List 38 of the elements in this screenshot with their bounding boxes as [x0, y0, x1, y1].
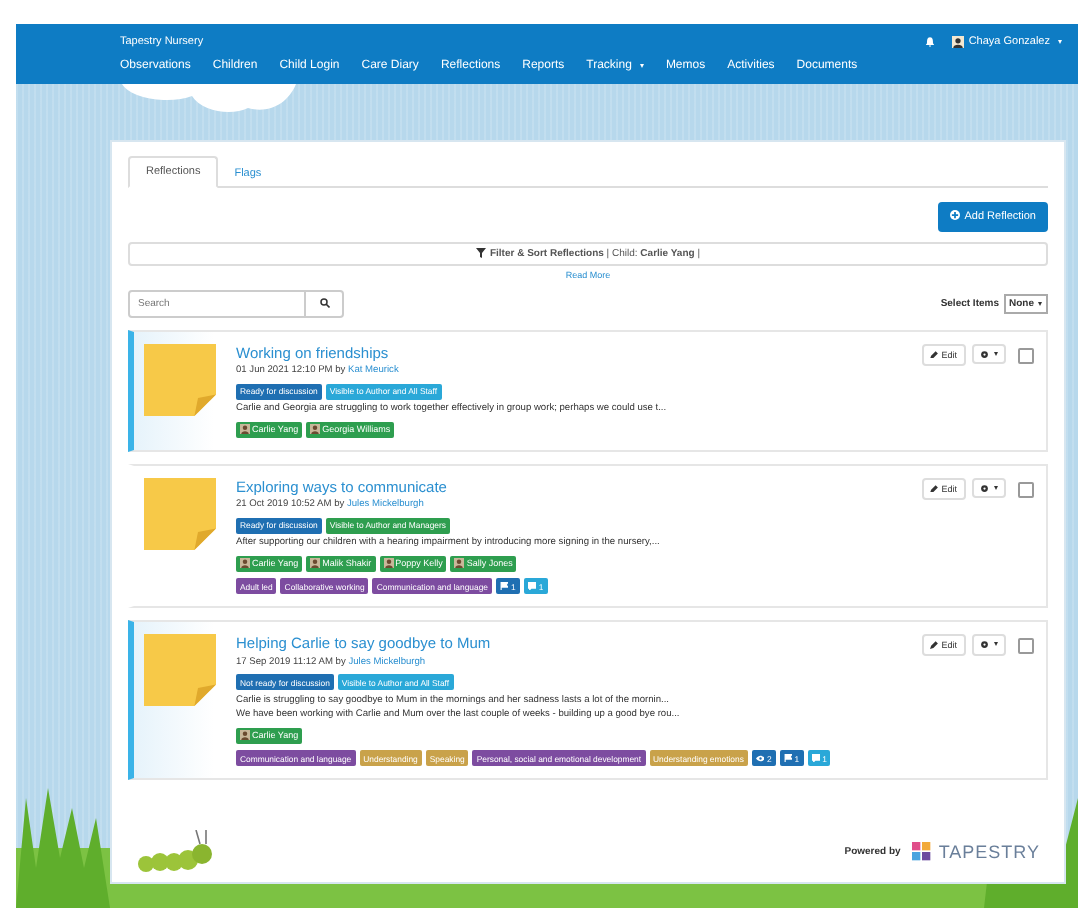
search-icon	[319, 298, 329, 308]
search-button[interactable]	[306, 289, 344, 317]
avatar-icon	[383, 558, 394, 568]
select-checkbox[interactable]	[1018, 638, 1034, 654]
avatar-icon	[240, 730, 250, 740]
avatar-icon	[310, 558, 321, 568]
flag-icon	[499, 581, 509, 591]
settings-button[interactable]	[971, 634, 1006, 655]
sticky-note-icon	[144, 343, 216, 415]
sticky-note-icon	[144, 634, 216, 706]
flag-icon	[783, 753, 793, 763]
pencil-icon	[930, 483, 940, 493]
avatar-icon	[310, 424, 321, 434]
settings-button[interactable]	[971, 343, 1006, 364]
tapestry-logo-icon	[912, 842, 933, 862]
select-checkbox[interactable]	[1018, 347, 1034, 363]
bell-icon[interactable]	[924, 35, 937, 47]
plus-icon	[950, 210, 961, 220]
reflection-card[interactable]	[128, 620, 1048, 780]
comment-icon	[811, 753, 821, 763]
pencil-icon	[930, 349, 940, 359]
select-checkbox[interactable]	[1018, 481, 1034, 497]
pencil-icon	[930, 640, 940, 650]
settings-icon	[979, 349, 988, 358]
avatar-icon	[240, 424, 250, 434]
comment-icon	[527, 581, 537, 591]
settings-icon	[979, 640, 988, 649]
settings-button[interactable]	[971, 477, 1006, 498]
avatar-icon	[454, 558, 465, 568]
avatar-icon	[240, 558, 250, 568]
eye-icon	[755, 753, 765, 763]
user-icon	[952, 35, 965, 47]
settings-icon	[979, 483, 988, 492]
caterpillar-drawing	[136, 830, 216, 874]
tapestry-logo-text[interactable]: TAPESTRY	[938, 842, 1040, 862]
filter-icon	[475, 248, 486, 258]
sticky-note-icon	[144, 477, 216, 549]
reflection-card[interactable]	[128, 463, 1048, 608]
